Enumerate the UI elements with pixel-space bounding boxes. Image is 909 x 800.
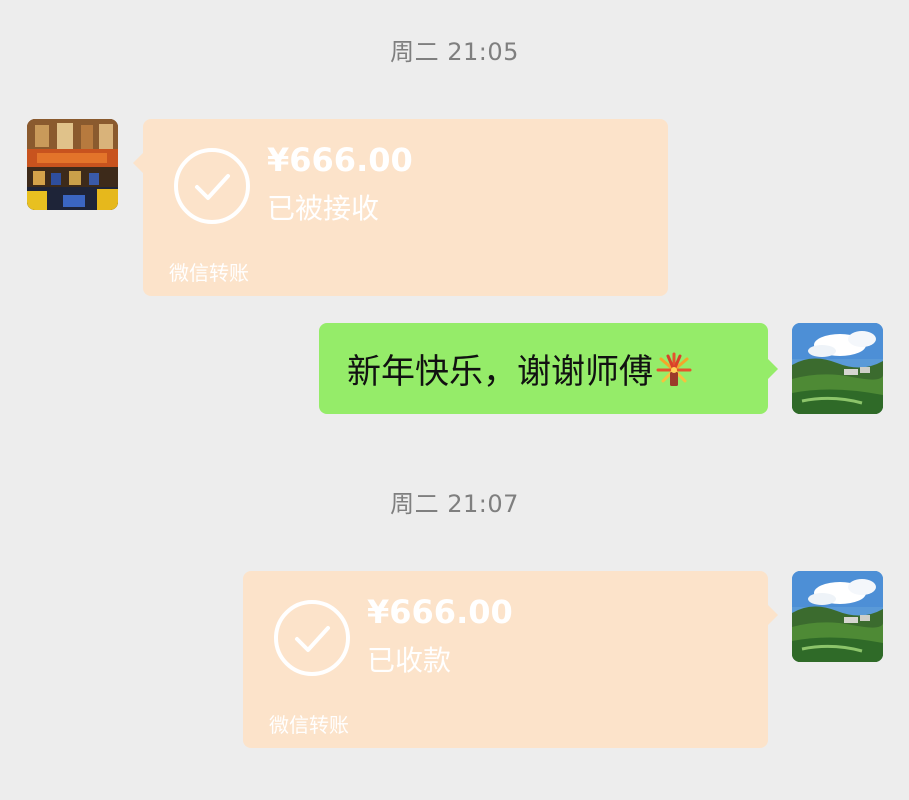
timestamp-first: 周二 21:05: [390, 38, 519, 66]
bubble-tail: [133, 153, 143, 173]
transfer-status: 已被接收: [267, 192, 380, 225]
transfer-amount: ¥666.00: [367, 593, 513, 631]
my-avatar[interactable]: [792, 323, 883, 414]
message-text: 新年快乐，谢谢师傅: [347, 352, 653, 392]
fireworks-icon: [656, 352, 692, 386]
timestamp-second: 周二 21:07: [390, 490, 519, 518]
bubble-tail: [768, 359, 778, 379]
my-avatar[interactable]: [792, 571, 883, 662]
transfer-footer-label: 微信转账: [269, 713, 349, 737]
transfer-footer-label: 微信转账: [169, 261, 249, 285]
transfer-card-collected[interactable]: ¥666.00 已收款 微信转账: [243, 571, 778, 748]
sender-avatar[interactable]: [27, 119, 118, 210]
landscape-image: [792, 571, 883, 662]
transfer-amount: ¥666.00: [267, 141, 413, 179]
transfer-card-received[interactable]: ¥666.00 已被接收 微信转账: [133, 119, 668, 296]
text-message-bubble[interactable]: 新年快乐，谢谢师傅: [319, 323, 778, 414]
transfer-status: 已收款: [367, 644, 452, 677]
check-circle-icon: [274, 600, 350, 676]
bubble-tail: [768, 605, 778, 625]
temple-scene-image: [27, 119, 118, 210]
check-circle-icon: [174, 148, 250, 224]
landscape-image: [792, 323, 883, 414]
